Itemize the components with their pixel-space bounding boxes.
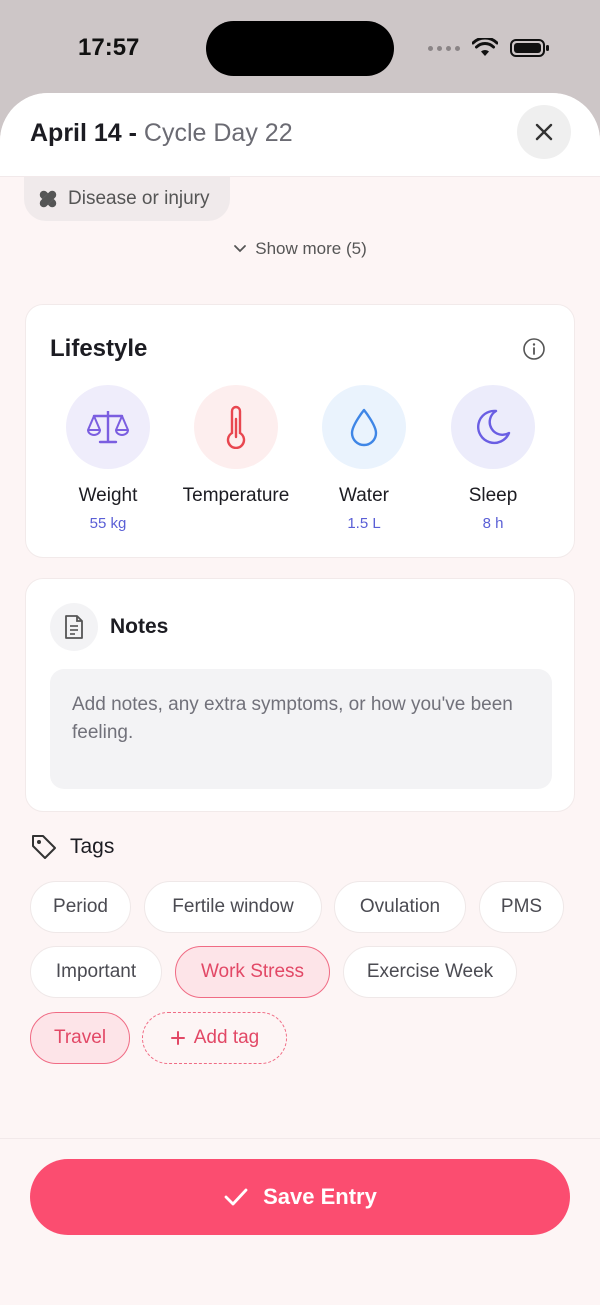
signal-icon	[428, 45, 460, 51]
temperature-label: Temperature	[182, 485, 290, 506]
symptom-chip-disease[interactable]: Disease or injury	[24, 177, 230, 221]
save-entry-label: Save Entry	[263, 1184, 377, 1209]
show-more-link[interactable]: Show more (5)	[0, 239, 600, 259]
notes-card: Notes Add notes, any extra symptoms, or …	[25, 578, 575, 812]
entry-sheet: April 14 - Cycle Day 22 Disease or injur…	[0, 93, 600, 1305]
battery-icon	[510, 39, 549, 57]
water-value: 1.5 L	[347, 515, 381, 532]
tags-header: Tags	[30, 833, 114, 861]
temperature-value	[172, 515, 300, 533]
lifestyle-title: Lifestyle	[50, 335, 148, 362]
info-icon[interactable]	[522, 337, 546, 361]
close-icon	[535, 123, 553, 141]
thermometer-icon	[194, 385, 278, 469]
show-more-label: Show more (5)	[255, 239, 367, 258]
checkmark-icon	[224, 1188, 248, 1206]
tag-period[interactable]: Period	[30, 881, 131, 933]
tag-work-stress[interactable]: Work Stress	[175, 946, 330, 998]
weight-value: 55 kg	[89, 515, 127, 532]
lifestyle-temperature[interactable]: Temperature	[172, 385, 300, 533]
scale-icon	[66, 385, 150, 469]
lifestyle-weight[interactable]: Weight 55 kg	[44, 385, 172, 533]
tag-fertile-window[interactable]: Fertile window	[144, 881, 322, 933]
sheet-header: April 14 - Cycle Day 22	[0, 93, 600, 177]
tag-ovulation[interactable]: Ovulation	[334, 881, 466, 933]
save-entry-button[interactable]: Save Entry	[30, 1159, 570, 1235]
sheet-title: April 14 - Cycle Day 22	[30, 119, 293, 148]
lifestyle-sleep[interactable]: Sleep 8 h	[429, 385, 557, 533]
title-separator: -	[121, 119, 144, 147]
symptom-chip-label: Disease or injury	[68, 188, 210, 209]
cycle-day: Cycle Day 22	[143, 119, 293, 147]
notes-input[interactable]: Add notes, any extra symptoms, or how yo…	[50, 669, 552, 789]
wifi-icon	[472, 38, 498, 56]
dynamic-island	[206, 21, 394, 76]
tag-icon	[32, 835, 56, 859]
chevron-down-icon	[234, 245, 247, 253]
add-tag-label: Add tag	[193, 1027, 260, 1048]
footer-divider	[0, 1138, 600, 1139]
status-time: 17:57	[78, 34, 140, 61]
tag-exercise-week[interactable]: Exercise Week	[343, 946, 517, 998]
tag-pms[interactable]: PMS	[479, 881, 564, 933]
moon-icon	[451, 385, 535, 469]
tags-title: Tags	[70, 835, 115, 858]
plus-icon	[170, 1031, 185, 1045]
status-bar: 17:57	[0, 0, 600, 96]
status-icons	[428, 36, 550, 60]
entry-date: April 14	[30, 119, 122, 147]
weight-label: Weight	[78, 485, 138, 506]
add-tag-button[interactable]: Add tag	[142, 1012, 287, 1064]
notes-icon-wrap	[50, 603, 98, 651]
sleep-value: 8 h	[482, 515, 504, 532]
lifestyle-card: Lifestyle Weight 55 kg Temperature Water…	[25, 304, 575, 558]
notes-title: Notes	[110, 615, 169, 638]
bandage-icon	[39, 190, 57, 208]
sleep-label: Sleep	[468, 485, 518, 506]
tag-important[interactable]: Important	[30, 946, 162, 998]
close-button[interactable]	[517, 105, 571, 159]
water-label: Water	[339, 485, 389, 506]
lifestyle-water[interactable]: Water 1.5 L	[300, 385, 428, 533]
tag-travel[interactable]: Travel	[30, 1012, 130, 1064]
document-icon	[65, 615, 83, 639]
water-drop-icon	[322, 385, 406, 469]
